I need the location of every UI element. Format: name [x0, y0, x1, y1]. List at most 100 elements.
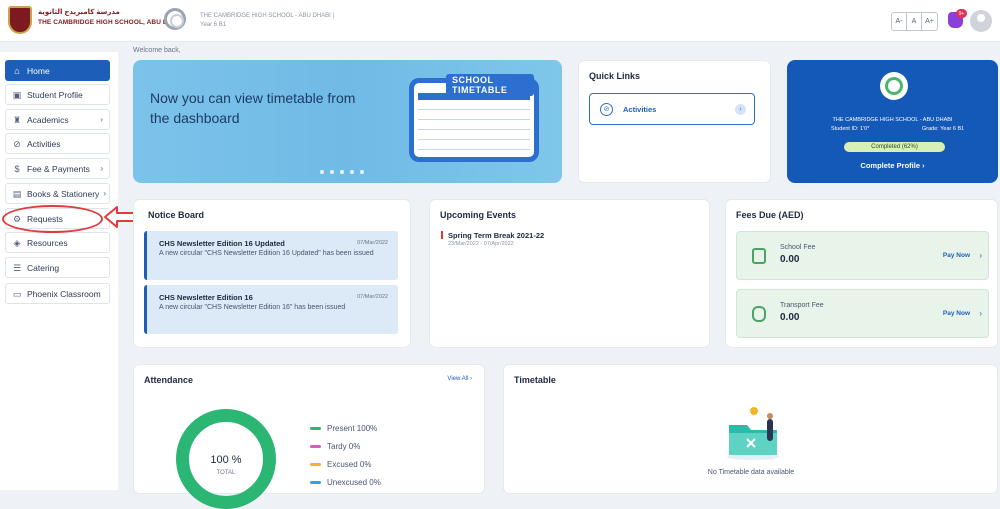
academics-icon: ♜: [12, 114, 22, 125]
notice-date: 07/Mar/2022: [357, 294, 388, 300]
timetable-illustration: SCHOOL TIMETABLE: [409, 74, 539, 162]
profile-student-id: Student ID: 1'0*: [831, 126, 870, 132]
sidebar-item-student-profile[interactable]: ▣ Student Profile: [5, 84, 110, 105]
sidebar-item-fee-payments[interactable]: $ Fee & Payments ›: [5, 158, 110, 179]
user-avatar[interactable]: [970, 10, 992, 32]
fee-amount: 0.00: [780, 254, 800, 265]
quick-links-card: Quick Links ⊘ Activities ›: [578, 60, 771, 183]
notice-item[interactable]: CHS Newsletter Edition 16 07/Mar/2022 A …: [144, 285, 398, 334]
legend-present: Present 100%: [310, 424, 377, 433]
upcoming-events-card: Upcoming Events Spring Term Break 2021-2…: [429, 199, 710, 348]
legend-excused: Excused 0%: [310, 460, 371, 469]
carousel-dots[interactable]: [320, 170, 364, 174]
fee-item-school: School Fee 0.00 Pay Now ›: [736, 231, 989, 280]
chevron-right-icon[interactable]: ›: [979, 251, 982, 260]
books-icon: ▤: [12, 188, 22, 199]
font-decrease-button[interactable]: A-: [892, 13, 907, 30]
notice-title: CHS Newsletter Edition 16: [159, 293, 253, 302]
attendance-donut-chart: 100 % TOTAL: [176, 409, 276, 509]
chevron-right-icon: ›: [735, 103, 746, 115]
sidebar-item-label: Home: [27, 65, 50, 76]
sidebar-item-label: Activities: [27, 138, 61, 149]
attendance-total-label: TOTAL: [216, 470, 236, 476]
notification-badge: 9+: [956, 9, 967, 18]
fees-due-title: Fees Due (AED): [736, 210, 804, 220]
profile-card: THE CAMBRIDGE HIGH SCHOOL - ABU DHABI St…: [787, 60, 998, 183]
attendance-title: Attendance: [144, 375, 194, 385]
pay-now-button[interactable]: Pay Now: [943, 252, 970, 259]
timetable-card: Timetable No Timetable data available: [503, 364, 998, 494]
sidebar-item-label: Academics: [27, 114, 69, 125]
school-fee-icon: [752, 248, 766, 264]
timetable-title: Timetable: [514, 375, 556, 385]
sidebar-item-activities[interactable]: ⊘ Activities: [5, 133, 110, 154]
school-crest-logo[interactable]: [8, 6, 32, 34]
notice-body: A new circular "CHS Newsletter Edition 1…: [159, 304, 346, 311]
font-reset-button[interactable]: A: [907, 13, 922, 30]
top-bar: مدرسة كامبريدج الثانوية THE CAMBRIDGE HI…: [0, 0, 1000, 42]
activities-icon: ⊘: [600, 102, 613, 116]
fee-item-transport: Transport Fee 0.00 Pay Now ›: [736, 289, 989, 338]
notice-item[interactable]: CHS Newsletter Edition 16 Updated 07/Mar…: [144, 231, 398, 280]
chevron-right-icon[interactable]: ›: [979, 309, 982, 318]
empty-folder-illustration-icon: [727, 407, 779, 460]
notice-date: 07/Mar/2022: [357, 240, 388, 246]
event-date: 23/Mar/2022 - 07/Apr/2022: [448, 241, 514, 247]
sidebar-item-label: Fee & Payments: [27, 163, 90, 174]
grade-line: Year 6 B1: [200, 22, 227, 28]
sidebar-item-academics[interactable]: ♜ Academics ›: [5, 109, 110, 130]
sidebar: ⌂ Home ▣ Student Profile ♜ Academics › ⊘…: [0, 52, 118, 490]
school-name: THE CAMBRIDGE HIGH SCHOOL, ABU DHABI: [38, 19, 184, 26]
font-size-controls: A- A A+: [891, 12, 938, 31]
attendance-total-value: 100 %: [210, 454, 242, 466]
profile-progress-badge: Completed (62%): [844, 142, 945, 152]
fees-due-card: Fees Due (AED) School Fee 0.00 Pay Now ›…: [725, 199, 998, 348]
legend-unexcused: Unexcused 0%: [310, 478, 381, 487]
sidebar-item-label: Catering: [27, 262, 60, 273]
home-icon: ⌂: [14, 65, 20, 76]
font-increase-button[interactable]: A+: [922, 13, 937, 30]
profile-grade: Grade: Year 6 B1: [922, 126, 965, 132]
school-line: THE CAMBRIDGE HIGH SCHOOL - ABU DHABI |: [200, 13, 335, 19]
notice-board-title: Notice Board: [148, 210, 205, 220]
complete-profile-link[interactable]: Complete Profile ›: [787, 161, 998, 170]
fee-name: School Fee: [780, 244, 816, 251]
sidebar-item-label: Resources: [27, 237, 68, 248]
sidebar-item-phoenix-classroom[interactable]: ▭ Phoenix Classroom: [5, 283, 110, 304]
sidebar-item-resources[interactable]: ◈ Resources: [5, 232, 110, 253]
notice-body: A new circular "CHS Newsletter Edition 1…: [159, 250, 374, 257]
quick-link-label: Activities: [623, 104, 657, 114]
view-all-link[interactable]: View All ›: [447, 376, 472, 382]
quick-links-title: Quick Links: [589, 71, 641, 81]
catering-icon: ☰: [12, 262, 22, 273]
school-logo-icon: [164, 8, 186, 30]
upcoming-events-title: Upcoming Events: [440, 210, 517, 220]
fee-amount: 0.00: [780, 312, 800, 323]
activities-icon: ⊘: [13, 138, 21, 149]
sidebar-item-home[interactable]: ⌂ Home: [5, 60, 110, 81]
event-title[interactable]: Spring Term Break 2021-22: [448, 231, 544, 240]
profile-icon: ▣: [12, 89, 22, 100]
legend-tardy: Tardy 0%: [310, 442, 360, 451]
sidebar-item-catering[interactable]: ☰ Catering: [5, 257, 110, 278]
profile-school: THE CAMBRIDGE HIGH SCHOOL - ABU DHABI: [832, 117, 953, 123]
notice-board-card: Notice Board CHS Newsletter Edition 16 U…: [133, 199, 411, 348]
chevron-right-icon: ›: [103, 189, 106, 198]
school-name-arabic: مدرسة كامبريدج الثانوية: [38, 9, 120, 16]
sidebar-item-books-stationery[interactable]: ▤ Books & Stationery ›: [5, 183, 110, 204]
attendance-card: Attendance View All › 100 % TOTAL Presen…: [133, 364, 485, 509]
annotation-ellipse: [2, 205, 103, 233]
quick-link-activities[interactable]: ⊘ Activities ›: [589, 93, 755, 125]
complete-profile-label: Complete Profile: [860, 161, 920, 170]
chevron-right-icon: ›: [100, 164, 103, 173]
sidebar-item-label: Books & Stationery: [27, 188, 100, 199]
timetable-empty-text: No Timetable data available: [707, 469, 795, 476]
chevron-right-icon: ›: [100, 115, 103, 124]
sidebar-item-label: Student Profile: [27, 89, 83, 100]
notice-title: CHS Newsletter Edition 16 Updated: [159, 239, 285, 248]
timetable-banner[interactable]: Now you can view timetable from the dash…: [133, 60, 562, 183]
school-logo-icon: [880, 72, 908, 100]
bus-icon: [752, 306, 766, 322]
pay-now-button[interactable]: Pay Now: [943, 310, 970, 317]
classroom-icon: ▭: [12, 288, 22, 299]
